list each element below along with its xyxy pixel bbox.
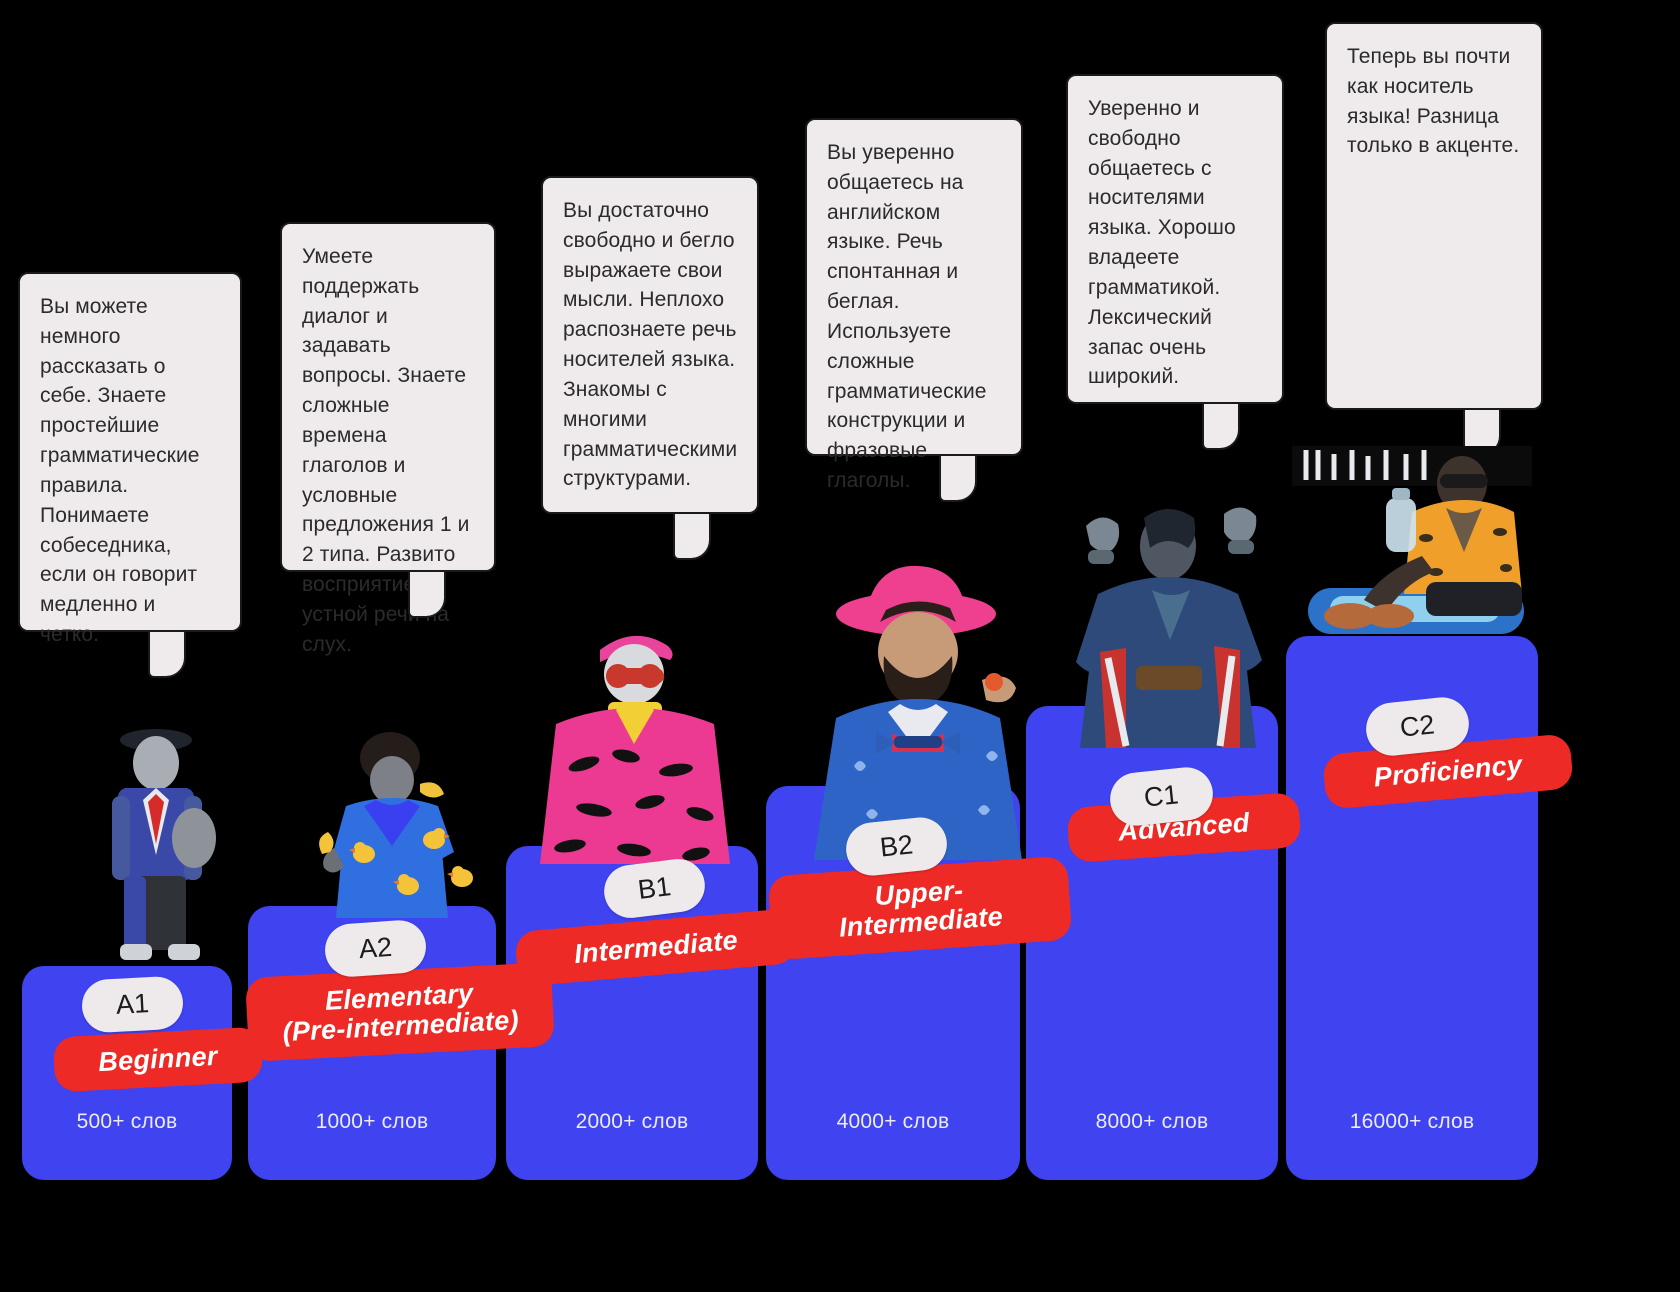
speech-bubble-tail [673, 514, 711, 560]
level-name-badge-a1: Beginner [52, 1026, 264, 1093]
level-name-badge-a2: Elementary (Pre-intermediate) [245, 962, 555, 1063]
speech-bubble-a1: Вы можете немного рассказать о себе. Зна… [18, 272, 242, 678]
speech-bubble-text: Теперь вы почти как носитель языка! Разн… [1347, 45, 1520, 158]
speech-bubble-tail [939, 456, 977, 502]
word-count-label: 1000+ слов [315, 1110, 429, 1133]
speech-bubble-text: Вы можете немного рассказать о себе. Зна… [40, 295, 206, 646]
cefr-badge-a1: A1 [80, 975, 185, 1034]
person-pink-coat-sunglasses-figure [540, 635, 730, 864]
speech-bubble-c1: Уверенно и свободно общаетесь с носителя… [1066, 74, 1284, 450]
speech-bubble-text: Уверенно и свободно общаетесь с носителя… [1088, 97, 1242, 389]
businessman-bowler-hat-figure [112, 729, 216, 960]
word-count-label: 500+ слов [76, 1110, 178, 1133]
word-count-label: 4000+ слов [836, 1110, 950, 1133]
word-count-label: 16000+ слов [1349, 1110, 1475, 1133]
speech-bubble-text: Вы достаточно свободно и бегло выражаете… [563, 199, 744, 491]
person-orange-shirt-pool-float-figure [1292, 446, 1532, 634]
speech-bubble-text: Умеете поддержать диалог и задавать вопр… [302, 245, 470, 656]
speech-bubble-tail [408, 572, 446, 618]
speech-bubble-b2: Вы уверенно общаетесь на английском язык… [805, 118, 1023, 502]
cefr-badge-a2: A2 [323, 918, 428, 979]
infographic-canvas: Вы можете немного рассказать о себе. Зна… [0, 0, 1680, 1292]
word-count-label: 8000+ слов [1095, 1110, 1209, 1133]
speech-bubble-tail [148, 632, 186, 678]
person-blue-robe-ducks-figure [319, 732, 473, 918]
speech-bubble-text: Вы уверенно общаетесь на английском язык… [827, 141, 993, 492]
speech-bubble-c2: Теперь вы почти как носитель языка! Разн… [1325, 22, 1543, 456]
speech-bubble-a2: Умеете поддержать диалог и задавать вопр… [280, 222, 496, 656]
speech-bubble-tail [1202, 404, 1240, 450]
word-count-label: 2000+ слов [575, 1110, 689, 1133]
speech-bubble-tail [1463, 410, 1501, 456]
speech-bubble-b1: Вы достаточно свободно и бегло выражаете… [541, 176, 759, 560]
